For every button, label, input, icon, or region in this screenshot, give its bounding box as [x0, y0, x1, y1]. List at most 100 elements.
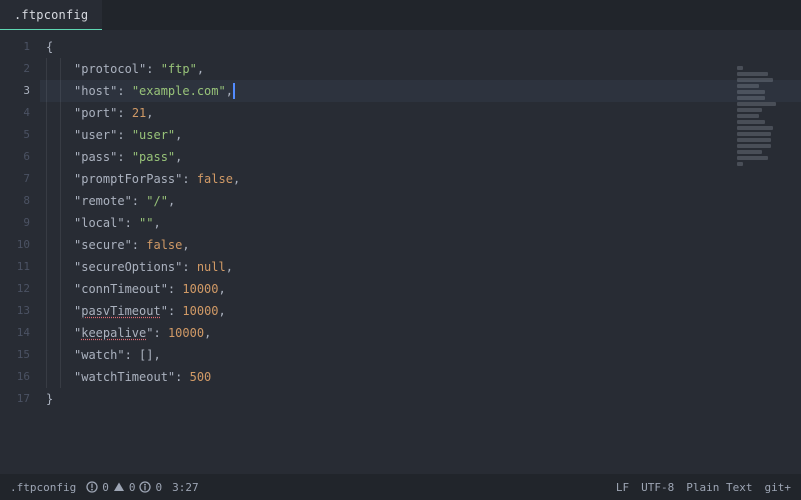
status-diag-warn: 0 — [129, 481, 136, 494]
line-number[interactable]: 2 — [0, 58, 40, 80]
code-line[interactable]: "keepalive": 10000, — [40, 322, 801, 344]
code-line[interactable]: "secureOptions": null, — [40, 256, 801, 278]
token: "user" — [132, 128, 175, 142]
tab-ftpconfig[interactable]: .ftpconfig — [0, 0, 102, 30]
tab-bar: .ftpconfig — [0, 0, 801, 30]
line-number[interactable]: 8 — [0, 190, 40, 212]
code-line[interactable]: "user": "user", — [40, 124, 801, 146]
code-line[interactable]: "pass": "pass", — [40, 146, 801, 168]
indent-guide — [60, 278, 74, 300]
indent-guide — [60, 58, 74, 80]
token: , — [204, 326, 211, 340]
token: "port" — [74, 106, 117, 120]
code-area[interactable]: {"protocol": "ftp","host": "example.com"… — [40, 30, 801, 472]
token: keepalive — [81, 326, 146, 340]
token: "secure" — [74, 238, 132, 252]
line-number[interactable]: 13 — [0, 300, 40, 322]
line-number[interactable]: 1 — [0, 36, 40, 58]
line-number[interactable]: 15 — [0, 344, 40, 366]
token: 10000 — [168, 326, 204, 340]
line-number[interactable]: 11 — [0, 256, 40, 278]
code-line[interactable]: "port": 21, — [40, 102, 801, 124]
status-bar: .ftpconfig 0 0 0 3:27 LF UTF-8 Plain Tex… — [0, 474, 801, 500]
code-line[interactable]: "protocol": "ftp", — [40, 58, 801, 80]
editor[interactable]: 1234567891011121314151617 {"protocol": "… — [0, 30, 801, 472]
code-line[interactable]: } — [40, 388, 801, 410]
indent-guide — [46, 278, 60, 300]
indent-guide — [46, 190, 60, 212]
token: : — [125, 348, 139, 362]
token: , — [146, 106, 153, 120]
line-number[interactable]: 5 — [0, 124, 40, 146]
token: "promptForPass" — [74, 172, 182, 186]
indent-guide — [60, 322, 74, 344]
status-cursor-position[interactable]: 3:27 — [172, 481, 199, 494]
code-line[interactable]: "watch": [], — [40, 344, 801, 366]
status-filename[interactable]: .ftpconfig — [10, 481, 76, 494]
line-number[interactable]: 14 — [0, 322, 40, 344]
indent-guide — [60, 80, 74, 102]
token: , — [226, 84, 233, 98]
token: : — [117, 84, 131, 98]
indent-guide — [60, 234, 74, 256]
token: "ftp" — [161, 62, 197, 76]
token: , — [175, 150, 182, 164]
horizontal-scrollbar[interactable] — [0, 462, 801, 474]
line-number[interactable]: 17 — [0, 388, 40, 410]
line-number[interactable]: 6 — [0, 146, 40, 168]
token: } — [46, 392, 53, 406]
indent-guide — [46, 80, 60, 102]
code-line[interactable]: "secure": false, — [40, 234, 801, 256]
code-line[interactable]: "remote": "/", — [40, 190, 801, 212]
code-line[interactable]: "connTimeout": 10000, — [40, 278, 801, 300]
token: : — [125, 216, 139, 230]
token: , — [182, 238, 189, 252]
line-number[interactable]: 4 — [0, 102, 40, 124]
indent-guide — [60, 300, 74, 322]
token: "pass" — [132, 150, 175, 164]
indent-guide — [46, 124, 60, 146]
token: "watchTimeout" — [74, 370, 175, 384]
indent-guide — [46, 58, 60, 80]
indent-guide — [46, 256, 60, 278]
token: [] — [139, 348, 153, 362]
line-number[interactable]: 10 — [0, 234, 40, 256]
line-number[interactable]: 9 — [0, 212, 40, 234]
indent-guide — [60, 102, 74, 124]
issue-icon — [86, 481, 98, 493]
code-line[interactable]: "promptForPass": false, — [40, 168, 801, 190]
warning-icon — [113, 481, 125, 493]
token: 500 — [190, 370, 212, 384]
status-line-ending[interactable]: LF — [616, 481, 629, 494]
token: : — [168, 282, 182, 296]
code-line[interactable]: "local": "", — [40, 212, 801, 234]
indent-guide — [46, 234, 60, 256]
token: "example.com" — [132, 84, 226, 98]
status-diagnostics[interactable]: 0 0 0 — [86, 481, 162, 494]
code-line[interactable]: { — [40, 36, 801, 58]
status-grammar[interactable]: Plain Text — [686, 481, 752, 494]
indent-guide — [46, 366, 60, 388]
indent-guide — [60, 146, 74, 168]
code-line[interactable]: "pasvTimeout": 10000, — [40, 300, 801, 322]
token: : — [117, 150, 131, 164]
token: "watch" — [74, 348, 125, 362]
indent-guide — [46, 102, 60, 124]
token: pasvTimeout — [81, 304, 160, 318]
line-number-gutter[interactable]: 1234567891011121314151617 — [0, 30, 40, 472]
code-line[interactable]: "host": "example.com", — [40, 80, 801, 102]
line-number[interactable]: 7 — [0, 168, 40, 190]
line-number[interactable]: 3 — [0, 80, 40, 102]
line-number[interactable]: 16 — [0, 366, 40, 388]
token: "/" — [146, 194, 168, 208]
status-encoding[interactable]: UTF-8 — [641, 481, 674, 494]
code-line[interactable]: "watchTimeout": 500 — [40, 366, 801, 388]
indent-guide — [60, 124, 74, 146]
line-number[interactable]: 12 — [0, 278, 40, 300]
token: "user" — [74, 128, 117, 142]
token: null — [197, 260, 226, 274]
status-git-branch[interactable]: git+ — [765, 481, 792, 494]
token: "pass" — [74, 150, 117, 164]
token: , — [175, 128, 182, 142]
indent-guide — [46, 212, 60, 234]
